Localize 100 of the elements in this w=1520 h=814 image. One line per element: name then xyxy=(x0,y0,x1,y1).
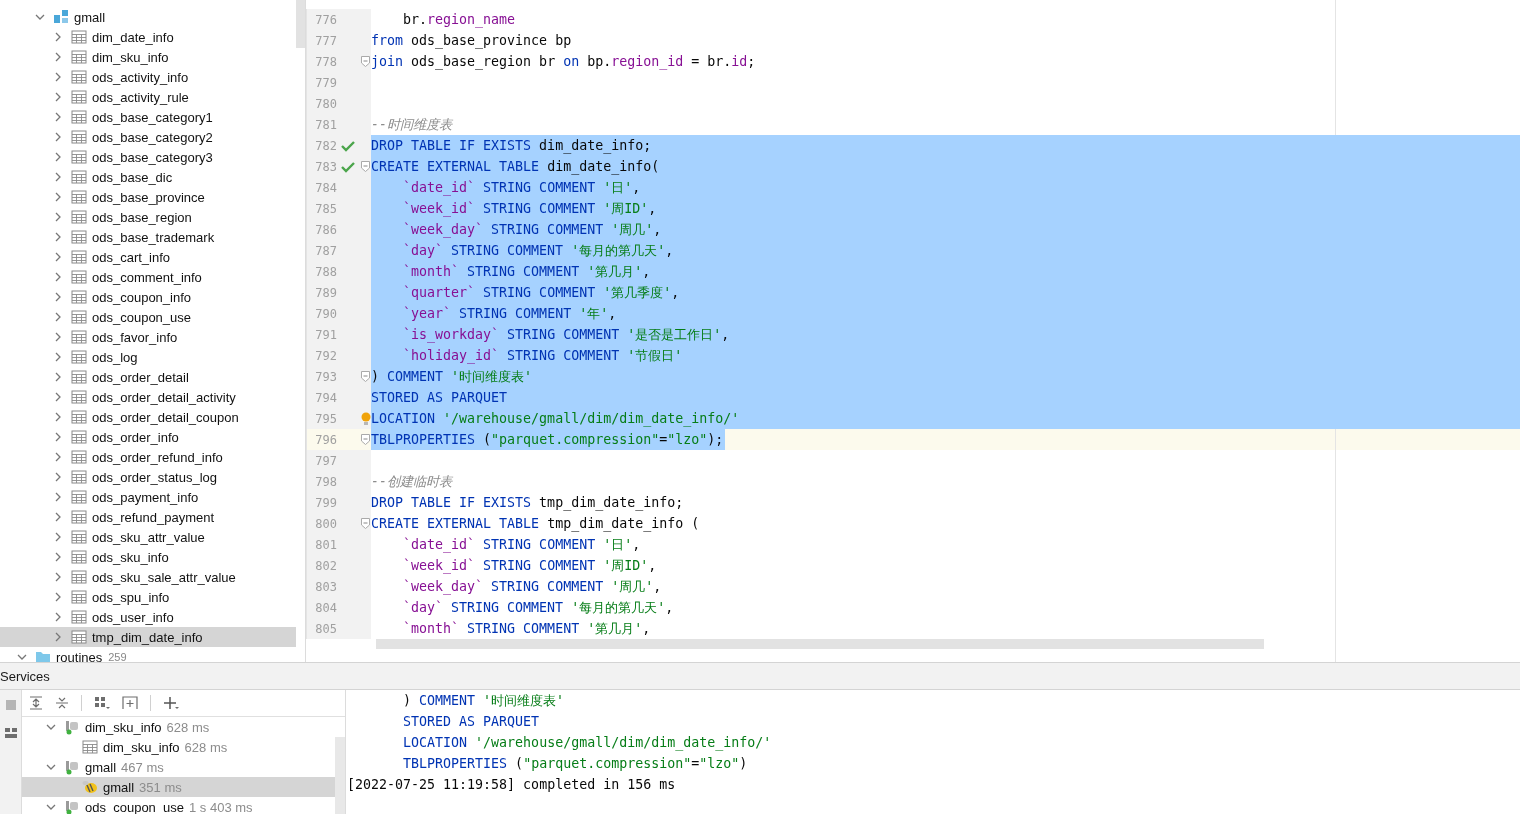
table-icon xyxy=(71,410,87,424)
table-icon xyxy=(71,550,87,564)
table-row[interactable]: ods_comment_info xyxy=(0,267,296,287)
service-row[interactable]: ods_coupon_use 1 s 403 ms xyxy=(22,797,335,814)
table-row[interactable]: ods_base_dic xyxy=(0,167,296,187)
panel-title: Services xyxy=(0,668,50,684)
tree-item[interactable]: gmall xyxy=(74,9,106,25)
table-icon xyxy=(71,430,87,444)
table-row[interactable]: ods_order_detail_coupon xyxy=(0,407,296,427)
table-row[interactable]: ods_favor_info xyxy=(0,327,296,347)
table-row[interactable]: ods_user_info xyxy=(0,607,296,627)
expand-all-icon[interactable] xyxy=(29,696,43,710)
code-line: `date_id` STRING COMMENT '日', xyxy=(402,536,641,555)
table-icon xyxy=(71,510,87,524)
layout-icon[interactable] xyxy=(3,727,18,739)
table-icon xyxy=(71,250,87,264)
table-icon xyxy=(71,270,87,284)
fold-icon[interactable] xyxy=(360,161,370,172)
line-number: 776 xyxy=(314,12,337,27)
scrollbar-thumb[interactable] xyxy=(296,0,305,48)
table-row[interactable]: ods_base_category2 xyxy=(0,127,296,147)
line-number: 790 xyxy=(314,306,337,321)
table-row[interactable]: tmp_dim_date_info xyxy=(0,627,296,647)
add-icon[interactable] xyxy=(163,696,179,710)
table-icon xyxy=(71,50,87,64)
table-row[interactable]: ods_order_detail_activity xyxy=(0,387,296,407)
scrollbar-thumb[interactable] xyxy=(335,737,345,814)
chevron-icon[interactable] xyxy=(46,762,56,772)
chevron-icon[interactable] xyxy=(35,12,45,22)
schema-icon xyxy=(53,9,69,25)
console-line: STORED AS PARQUET xyxy=(403,713,540,731)
table-row[interactable]: ods_log xyxy=(0,347,296,367)
line-number: 779 xyxy=(314,75,337,90)
table-row[interactable]: ods_cart_info xyxy=(0,247,296,267)
table-row[interactable]: ods_payment_info xyxy=(0,487,296,507)
line-number: 795 xyxy=(314,411,337,426)
table-row[interactable]: ods_base_category1 xyxy=(0,107,296,127)
table-icon xyxy=(71,490,87,504)
table-icon xyxy=(82,740,98,754)
code-line: --创建临时表 xyxy=(371,473,452,491)
table-row[interactable]: ods_base_province xyxy=(0,187,296,207)
table-row[interactable]: ods_sku_info xyxy=(0,547,296,567)
line-number: 796 xyxy=(314,432,337,447)
table-row[interactable]: ods_base_category3 xyxy=(0,147,296,167)
collapse-all-icon[interactable] xyxy=(55,696,69,710)
console-line: [2022-07-25 11:19:58] completed in 156 ms xyxy=(347,776,676,794)
code-line: from ods_base_province bp xyxy=(371,32,572,51)
new-tab-icon[interactable] xyxy=(122,696,138,710)
chevron-icon[interactable] xyxy=(46,802,56,812)
fold-icon[interactable] xyxy=(360,434,370,445)
table-row[interactable]: ods_coupon_use xyxy=(0,307,296,327)
table-icon xyxy=(71,90,87,104)
table-row[interactable]: ods_activity_info xyxy=(0,67,296,87)
table-row[interactable]: ods_base_region xyxy=(0,207,296,227)
line-number: 793 xyxy=(314,369,337,384)
table-row[interactable]: ods_order_refund_info xyxy=(0,447,296,467)
line-number: 804 xyxy=(314,600,337,615)
console-line: LOCATION '/warehouse/gmall/dim/dim_date_info/' xyxy=(403,734,772,753)
fold-icon[interactable] xyxy=(360,518,370,529)
table-icon xyxy=(71,350,87,364)
table-row[interactable]: ods_refund_payment xyxy=(0,507,296,527)
table-row[interactable]: ods_spu_info xyxy=(0,587,296,607)
scrollbar-thumb[interactable] xyxy=(376,639,1264,649)
table-icon xyxy=(71,370,87,384)
table-row[interactable]: ods_base_trademark xyxy=(0,227,296,247)
table-icon xyxy=(71,130,87,144)
table-row[interactable]: dim_date_info xyxy=(0,27,296,47)
line-number: 802 xyxy=(314,558,337,573)
line-number: 791 xyxy=(314,327,337,342)
fold-icon[interactable] xyxy=(360,371,370,382)
table-row[interactable]: ods_sku_sale_attr_value xyxy=(0,567,296,587)
table-icon xyxy=(71,470,87,484)
table-icon xyxy=(71,570,87,584)
line-number: 787 xyxy=(314,243,337,258)
service-row[interactable]: gmall 467 ms xyxy=(22,757,335,777)
table-row[interactable]: ods_order_info xyxy=(0,427,296,447)
chevron-icon[interactable] xyxy=(46,722,56,732)
table-row[interactable]: ods_order_detail xyxy=(0,367,296,387)
table-row[interactable]: ods_order_status_log xyxy=(0,467,296,487)
line-number: 778 xyxy=(314,54,337,69)
table-row[interactable]: ods_coupon_info xyxy=(0,287,296,307)
service-row[interactable]: gmall 351 ms xyxy=(22,777,335,797)
line-number: 786 xyxy=(314,222,337,237)
tree-item[interactable]: routines xyxy=(56,649,103,662)
service-row[interactable]: dim_sku_info 628 ms xyxy=(22,737,335,757)
chevron-icon[interactable] xyxy=(17,652,27,662)
service-row[interactable]: dim_sku_info 628 ms xyxy=(22,717,335,737)
fold-icon[interactable] xyxy=(360,56,370,67)
code-line: join ods_base_region br on bp.region_id = br.id; xyxy=(371,53,756,72)
table-icon xyxy=(71,150,87,164)
table-row[interactable]: dim_sku_info xyxy=(0,47,296,67)
table-row[interactable]: ods_sku_attr_value xyxy=(0,527,296,547)
table-icon xyxy=(71,330,87,344)
table-icon xyxy=(71,450,87,464)
line-number: 803 xyxy=(314,579,337,594)
bee-icon xyxy=(82,779,98,795)
code-line: CREATE EXTERNAL TABLE tmp_dim_date_info ( xyxy=(371,515,700,534)
table-row[interactable]: ods_activity_rule xyxy=(0,87,296,107)
group-icon[interactable] xyxy=(94,696,110,710)
table-icon xyxy=(71,530,87,544)
